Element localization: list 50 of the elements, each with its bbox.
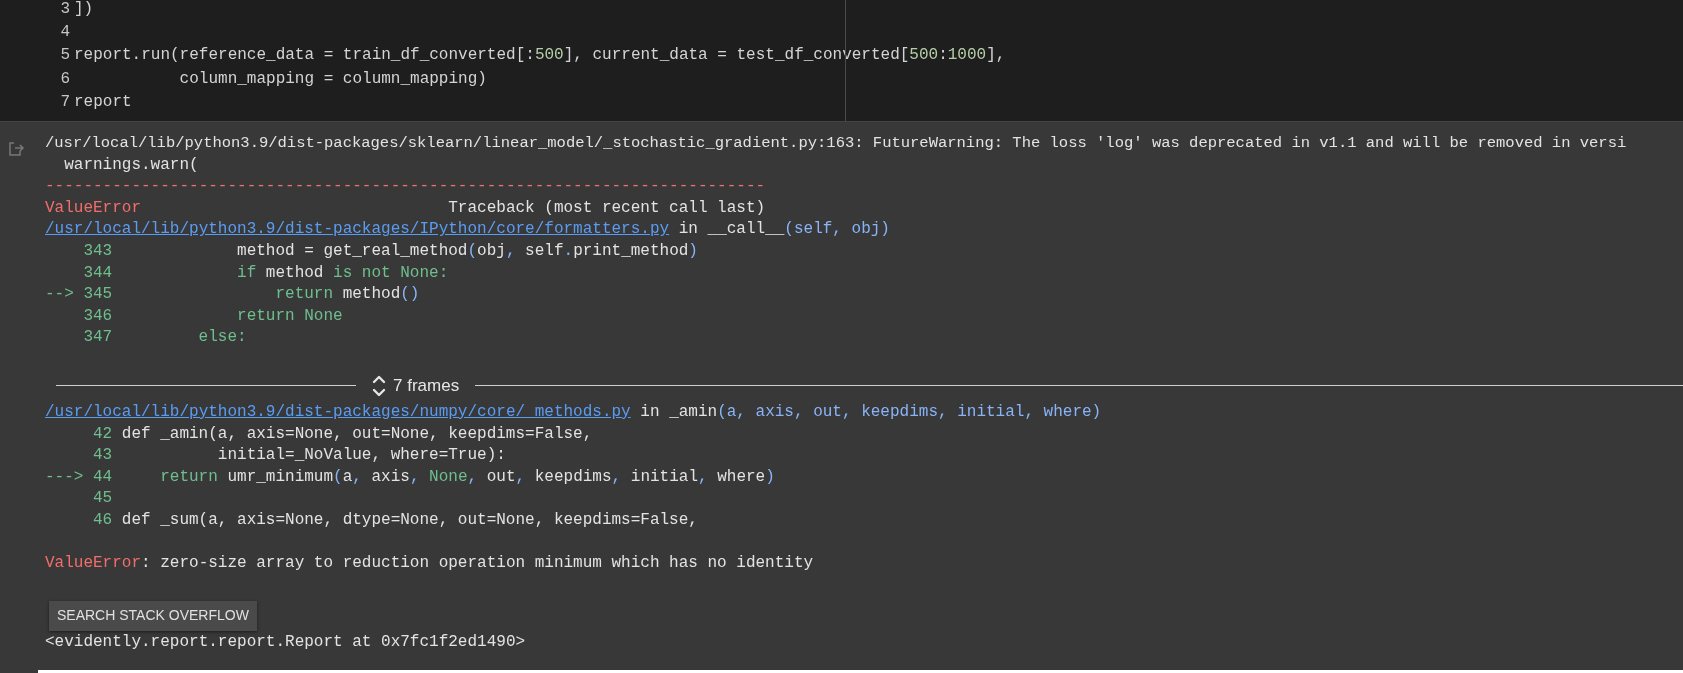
code-text: return method() <box>274 284 420 306</box>
line-number: 343 <box>83 241 113 260</box>
code-text: report.run(reference_data = train_df_converted[:500], current_data = test_df_converted[500:1000], <box>74 45 1006 67</box>
expand-frames-button[interactable]: 7 frames <box>372 373 460 398</box>
code-text: ]) <box>74 0 94 20</box>
line-number: 6 <box>60 69 70 88</box>
warning-text: warnings.warn( <box>63 154 200 176</box>
line-number: 44 <box>93 467 113 486</box>
file-link[interactable]: /usr/local/lib/python3.9/dist-packages/numpy/core/_methods.py <box>45 402 631 421</box>
line-number: 42 <box>93 424 113 443</box>
traceback-label: Traceback (most recent call last) <box>448 197 766 219</box>
result-text: <evidently.report.report.Report at 0x7fc1f2ed1490> <box>45 631 527 653</box>
frame-connector: in <box>677 220 699 239</box>
line-number: 345 <box>83 285 113 304</box>
code-text: def _sum(a, axis=None, dtype=None, out=None, keepdims=False, <box>120 509 698 531</box>
line-number: 347 <box>83 328 113 347</box>
code-text: if method is not None: <box>236 262 449 284</box>
line-number: 46 <box>93 510 113 529</box>
code-text: else: <box>197 327 247 349</box>
error-type: ValueError <box>45 554 141 573</box>
search-stack-overflow-button[interactable]: SEARCH STACK OVERFLOW <box>49 600 257 631</box>
error-type: ValueError <box>45 198 141 217</box>
line-number: 346 <box>83 306 113 325</box>
function-arguments: (a, axis, out, keepdims, initial, where) <box>717 402 1102 421</box>
code-text: report <box>74 91 132 113</box>
separator-line: --------------------------------------------------------------------------- <box>45 176 766 198</box>
current-line-marker: --> <box>45 285 74 304</box>
line-number: 3 <box>60 0 70 18</box>
code-text: method = get_real_method(obj, self.print_method) <box>236 240 698 262</box>
function-name: _amin <box>669 402 718 421</box>
function-arguments: (self, obj) <box>784 220 890 239</box>
output-icon[interactable] <box>8 141 26 157</box>
code-text: return umr_minimum(a, axis, None, out, keepdims, initial, where) <box>159 466 775 488</box>
line-number: 4 <box>60 22 70 41</box>
error-message: : zero-size array to reduction operation minimum which has no identity <box>141 554 814 573</box>
frame-connector: in <box>639 402 661 421</box>
line-number: 45 <box>93 489 113 508</box>
chevrons-icon <box>372 373 386 398</box>
line-number: 7 <box>60 92 70 111</box>
line-number: 43 <box>93 446 113 465</box>
code-text: column_mapping = column_mapping) <box>178 68 487 90</box>
code-text: def _amin(a, axis=None, out=None, keepdims=False, <box>120 423 593 445</box>
warning-text: /usr/local/lib/python3.9/dist-packages/sklearn/linear_model/_stochastic_gradient.py:163: FutureWarning: The loss 'log' was deprecated in v1.1 and will be removed in versi <box>45 133 1628 154</box>
function-name: __call__ <box>707 220 785 239</box>
code-text: return None <box>236 305 343 327</box>
current-line-marker: ---> <box>45 467 84 486</box>
file-link[interactable]: /usr/local/lib/python3.9/dist-packages/IPython/core/formatters.py <box>45 220 670 239</box>
line-number: 5 <box>60 46 70 65</box>
code-text: initial=_NoValue, where=True): <box>216 445 506 467</box>
line-number: 344 <box>83 263 113 282</box>
